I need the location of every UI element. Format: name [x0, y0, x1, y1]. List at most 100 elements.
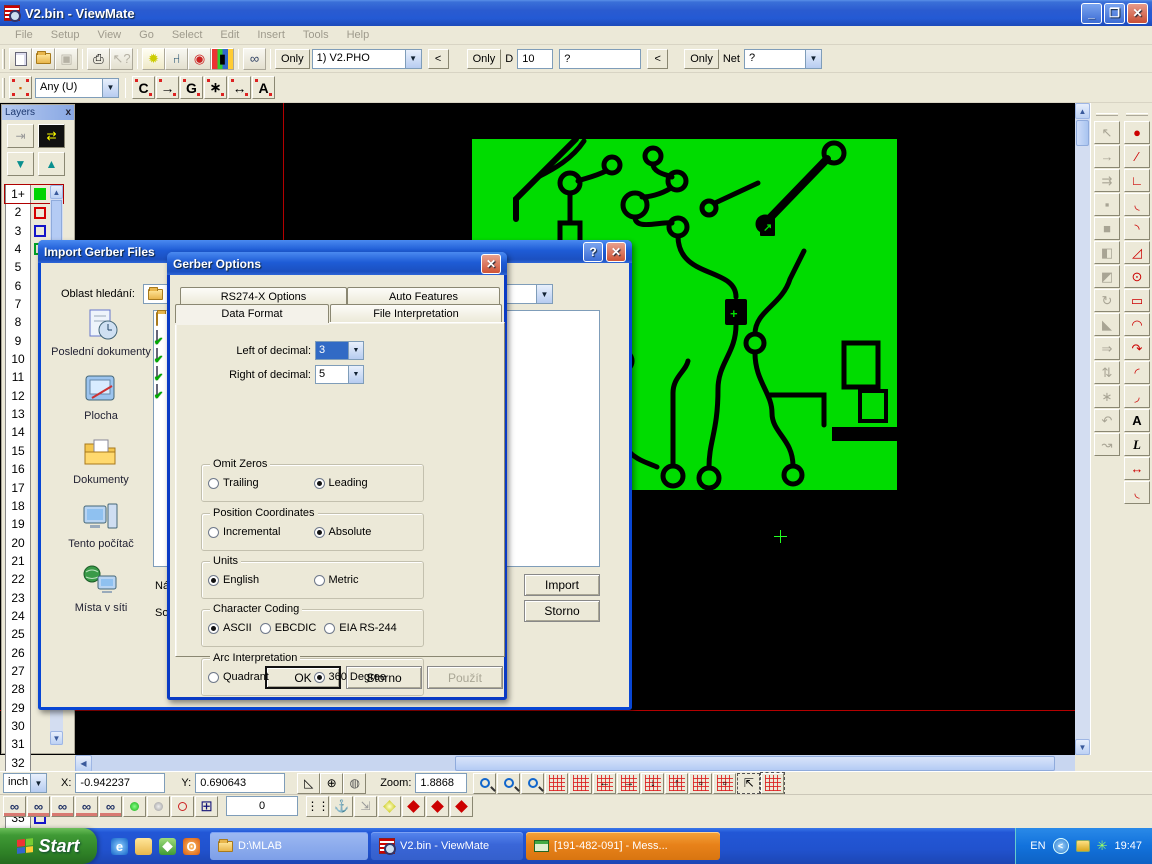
arc-chord-tool[interactable]: ◜: [1124, 361, 1150, 384]
radio-eia-rs-244[interactable]: EIA RS-244: [324, 622, 396, 634]
layer-number[interactable]: 10: [5, 350, 31, 368]
settings-tool[interactable]: ∗: [1094, 385, 1120, 408]
radio-360-degree[interactable]: 360 Degree: [314, 671, 412, 683]
move-point-tool[interactable]: →: [1094, 145, 1120, 168]
view-options-button[interactable]: ∞: [243, 48, 266, 70]
swap-tool[interactable]: ⇅: [1094, 361, 1120, 384]
rectangle-tool[interactable]: ▭: [1124, 289, 1150, 312]
arc-curve-tool[interactable]: ↷: [1124, 337, 1150, 360]
chevron-down-icon[interactable]: ▼: [405, 50, 421, 68]
place-network[interactable]: Místa v síti: [51, 564, 151, 614]
stretch-select-icon[interactable]: ⇲: [354, 796, 377, 817]
scroll-up-icon[interactable]: ▲: [1075, 103, 1090, 119]
layer-number[interactable]: 12: [5, 387, 31, 405]
layer-number[interactable]: 26: [5, 644, 31, 662]
view-filled-icon[interactable]: ∞: [51, 796, 74, 817]
layer-number[interactable]: 6: [5, 277, 31, 295]
layer-number[interactable]: 3: [5, 222, 31, 240]
pad-solid-icon[interactable]: [402, 796, 425, 817]
highlight-on-icon[interactable]: [123, 796, 146, 817]
tab-rs274x[interactable]: RS274-X Options: [180, 287, 347, 305]
open-button[interactable]: [32, 48, 55, 70]
zoom-selection-icon[interactable]: [521, 773, 544, 794]
radio-icon[interactable]: [324, 623, 335, 634]
locate-icon[interactable]: ◍: [343, 773, 366, 794]
line-tool[interactable]: ∕: [1124, 145, 1150, 168]
pan-right-icon[interactable]: →: [617, 773, 640, 794]
menu-select[interactable]: Select: [163, 27, 212, 43]
layer-number[interactable]: 22: [5, 570, 31, 588]
select-filter-combo[interactable]: Any (U) ▼: [35, 78, 119, 98]
angle-measure-icon[interactable]: ◺: [297, 773, 320, 794]
right-of-decimal-combo[interactable]: 5 ▼: [315, 365, 364, 384]
corner-tool[interactable]: ◣: [1094, 313, 1120, 336]
select-arrow-tool[interactable]: ↖: [1094, 121, 1120, 144]
crop-select-icon[interactable]: [761, 773, 784, 794]
taskbar-task-3[interactable]: [191-482-091] - Mess...: [526, 832, 720, 860]
print-button[interactable]: ⎙: [87, 48, 110, 70]
select-g-button[interactable]: G: [180, 76, 203, 99]
snap-grid-icon[interactable]: ⋮⋮: [306, 796, 329, 817]
radio-icon[interactable]: [314, 575, 325, 586]
layer-color-swatch[interactable]: [34, 720, 46, 732]
polyline-tool[interactable]: ∟: [1124, 169, 1150, 192]
flip-tool[interactable]: ◩: [1094, 265, 1120, 288]
scroll-down-icon[interactable]: ▼: [50, 731, 63, 745]
corner-trace-tool[interactable]: ◟: [1124, 481, 1150, 504]
layer-number[interactable]: 1+: [5, 185, 31, 203]
flash-pad-tool[interactable]: ●: [1124, 121, 1150, 144]
resize-select-icon[interactable]: ⇱: [737, 773, 760, 794]
arc-point-tool[interactable]: ◝: [1124, 217, 1150, 240]
chevron-down-icon[interactable]: ▼: [536, 285, 552, 303]
toolbar-grip[interactable]: [2, 78, 5, 98]
pad-small-icon[interactable]: [450, 796, 473, 817]
quicklaunch-internet-explorer-icon[interactable]: e: [111, 838, 128, 855]
import-button[interactable]: Import: [524, 574, 600, 596]
layer-number[interactable]: 30: [5, 717, 31, 735]
tab-file-interpretation[interactable]: File Interpretation: [330, 304, 502, 322]
layers-panel-caption[interactable]: Layers x: [2, 105, 74, 120]
place-recent-documents[interactable]: Poslední dokumenty: [51, 308, 151, 358]
table-view-icon[interactable]: ⊞: [195, 796, 218, 817]
layer-colors-button[interactable]: ▮: [211, 48, 234, 70]
chevron-down-icon[interactable]: ▼: [348, 366, 363, 383]
grid-origin-icon[interactable]: [545, 773, 568, 794]
place-documents[interactable]: Dokumenty: [51, 436, 151, 486]
layer-color-swatch[interactable]: [34, 757, 46, 769]
tray-chevron-icon[interactable]: <: [1053, 838, 1069, 854]
layer-number[interactable]: 13: [5, 405, 31, 423]
dimension-tool[interactable]: ↔: [1124, 457, 1150, 480]
start-button[interactable]: Start: [0, 828, 97, 864]
tray-app-icon[interactable]: [1076, 840, 1090, 852]
help-button[interactable]: ?: [583, 242, 603, 262]
radio-icon[interactable]: [208, 575, 219, 586]
vscroll-thumb[interactable]: [1076, 120, 1089, 146]
menu-edit[interactable]: Edit: [211, 27, 248, 43]
select-any-icon[interactable]: ▪: [9, 76, 32, 99]
highlight-off-icon[interactable]: [147, 796, 170, 817]
layer-number[interactable]: 5: [5, 258, 31, 276]
taskbar-task-1[interactable]: D:\MLAB: [210, 832, 368, 860]
new-button[interactable]: [9, 48, 32, 70]
layer-number[interactable]: 16: [5, 460, 31, 478]
logo-tool[interactable]: L: [1124, 433, 1150, 456]
layer-number[interactable]: 19: [5, 515, 31, 533]
menu-setup[interactable]: Setup: [42, 27, 89, 43]
measure-button[interactable]: ⑁: [165, 48, 188, 70]
spline-tool[interactable]: ◞: [1124, 385, 1150, 408]
view-outline-icon[interactable]: ∞: [75, 796, 98, 817]
left-of-decimal-combo[interactable]: 3 ▼: [315, 341, 364, 360]
chevron-down-icon[interactable]: ▼: [805, 50, 821, 68]
layer-color-swatch[interactable]: [34, 225, 46, 237]
view-lines-icon[interactable]: ∞: [27, 796, 50, 817]
layer-number[interactable]: 14: [5, 423, 31, 441]
layer-number[interactable]: 29: [5, 699, 31, 717]
select-c-button[interactable]: C: [132, 76, 155, 99]
place-desktop[interactable]: Plocha: [51, 372, 151, 422]
layer-up-button[interactable]: ▲: [38, 152, 65, 176]
tab-auto-features[interactable]: Auto Features: [347, 287, 500, 305]
triangle-tool[interactable]: ◿: [1124, 241, 1150, 264]
layer-insert-button[interactable]: ⇥: [7, 124, 34, 148]
radio-icon[interactable]: [314, 527, 325, 538]
layer-color-swatch[interactable]: [34, 738, 46, 750]
